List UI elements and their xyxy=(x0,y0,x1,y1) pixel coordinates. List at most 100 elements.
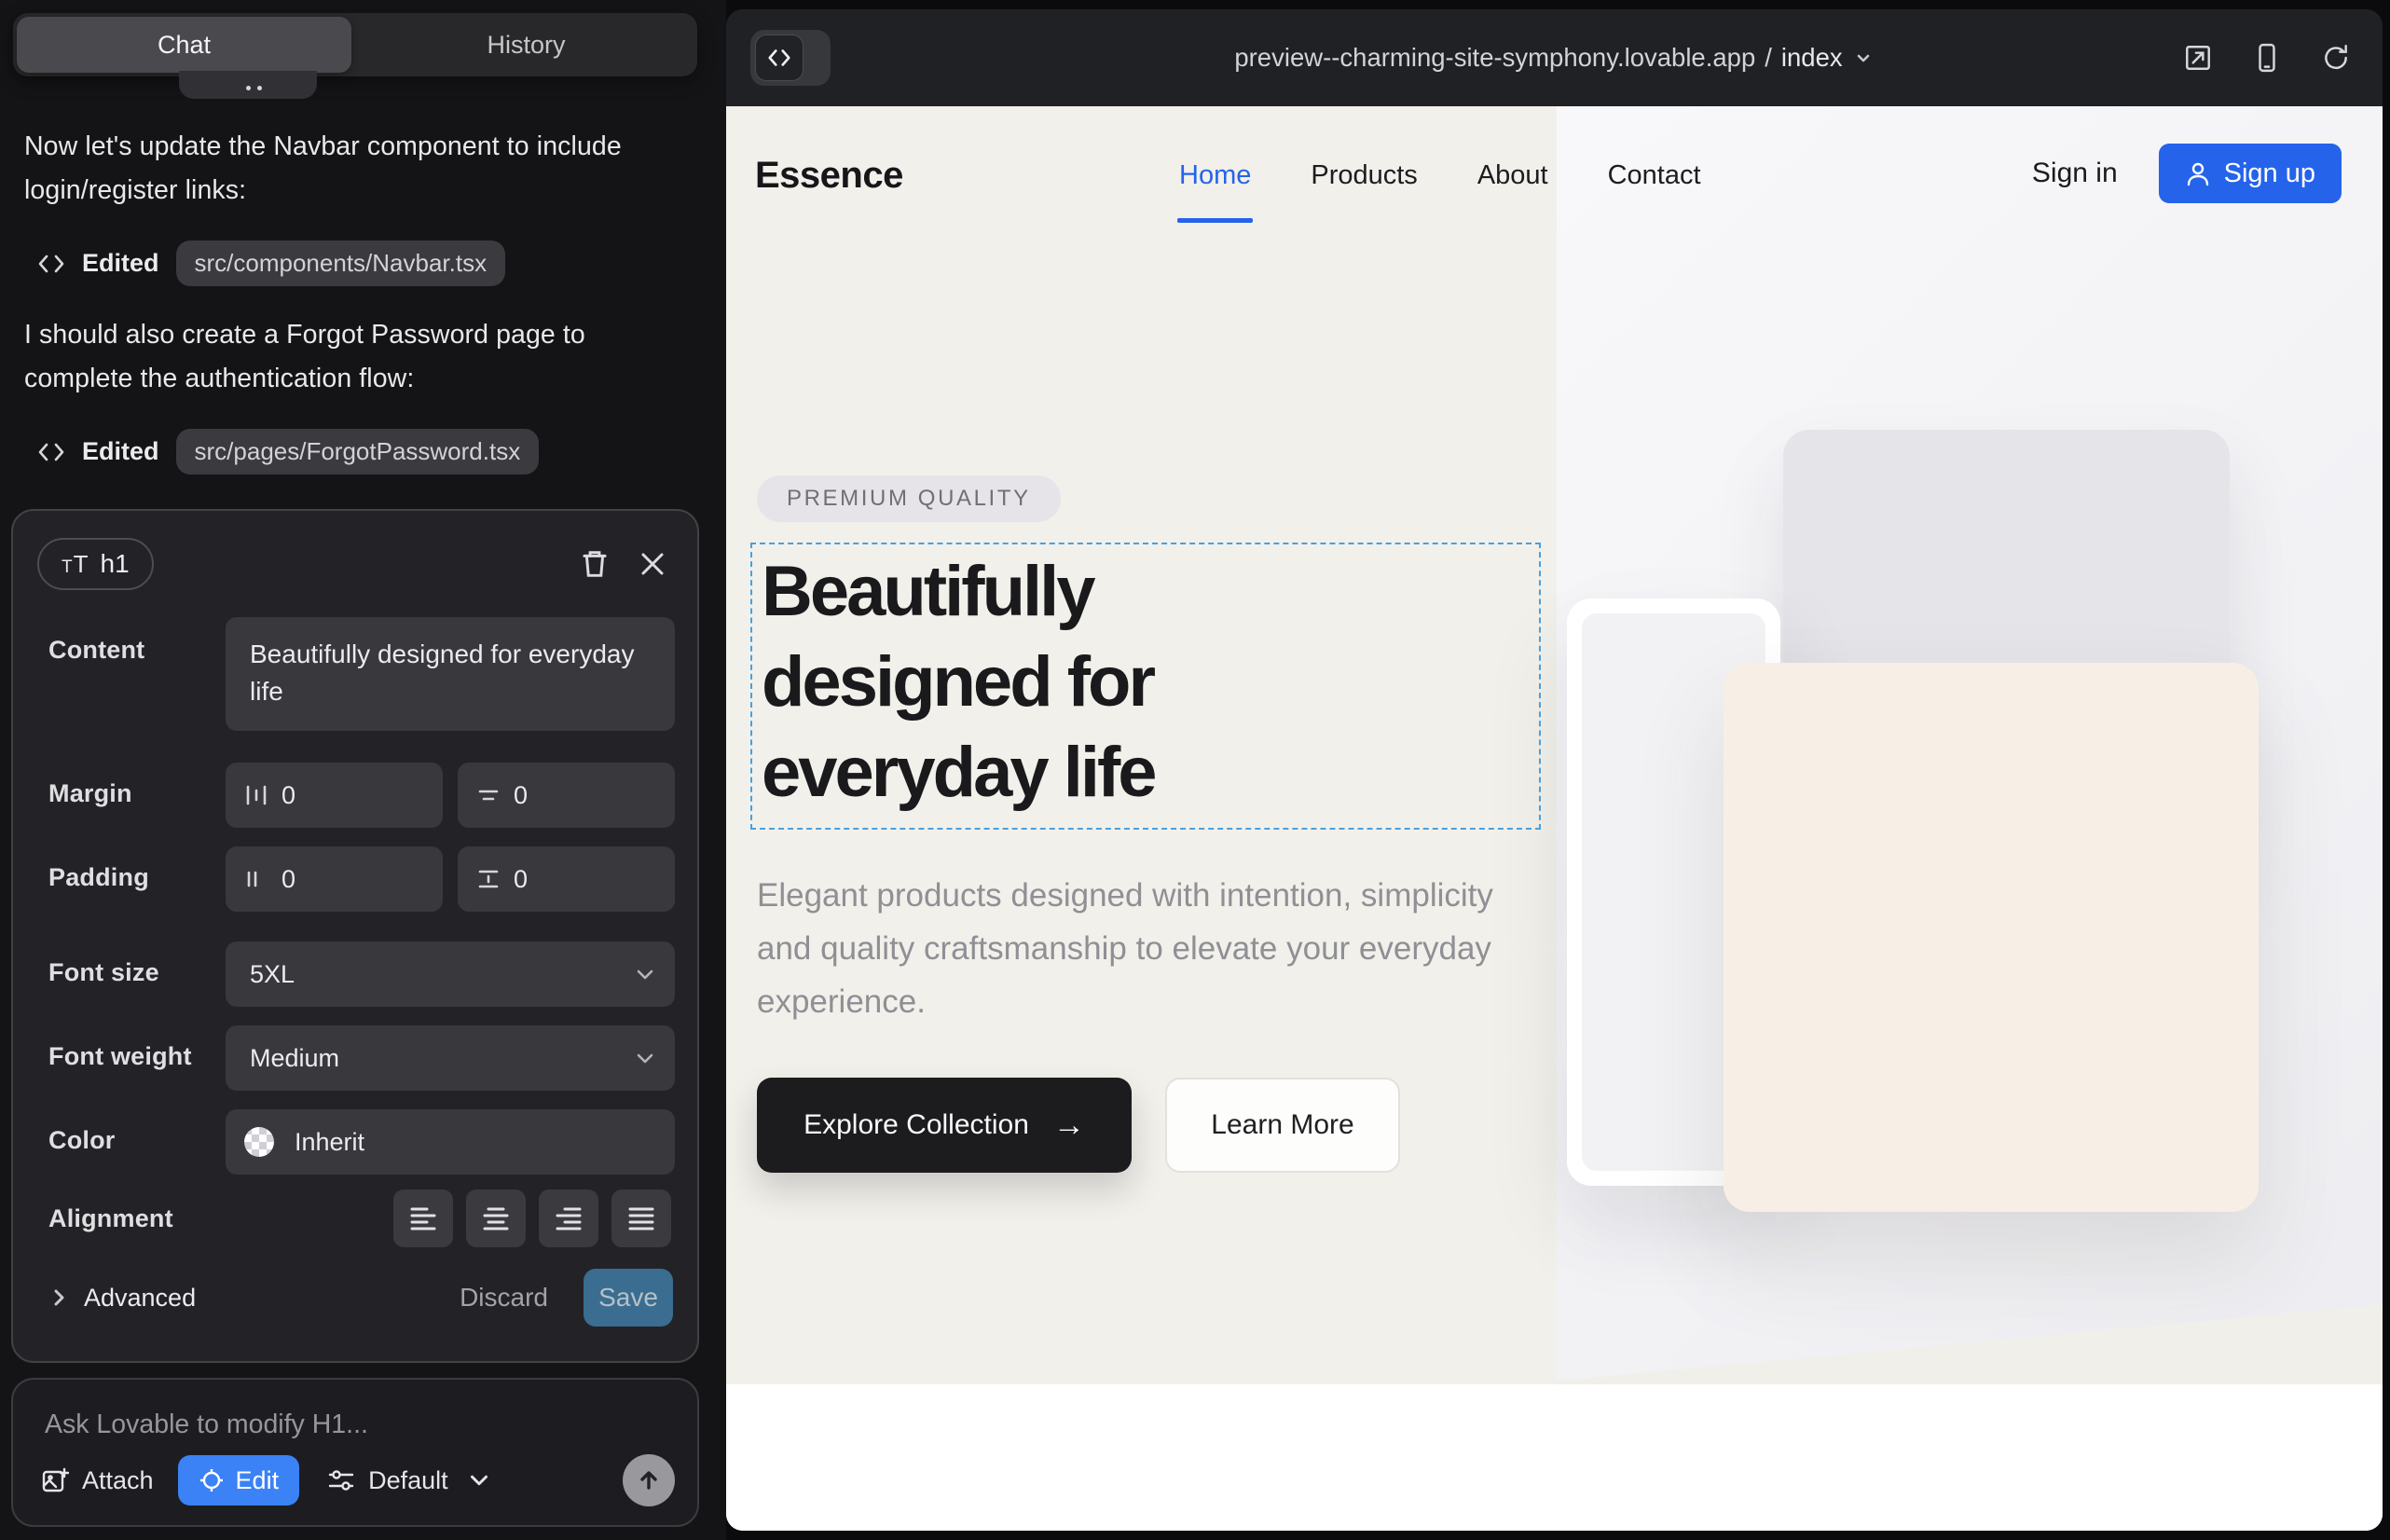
edit-mode-button[interactable]: Edit xyxy=(178,1455,300,1506)
align-left-icon xyxy=(409,1205,437,1231)
padding-vertical-icon xyxy=(476,867,501,891)
file-chip[interactable]: src/components/Navbar.tsx xyxy=(176,241,506,286)
advanced-toggle[interactable]: Advanced xyxy=(48,1284,196,1313)
color-select[interactable]: Inherit xyxy=(226,1109,675,1175)
assistant-message: I should also create a Forgot Password p… xyxy=(24,313,630,401)
content-input[interactable]: Beautifully designed for everyday life xyxy=(226,617,675,731)
arrow-up-icon xyxy=(637,1468,661,1492)
margin-vertical-icon xyxy=(476,783,501,807)
open-external-button[interactable] xyxy=(2177,37,2218,78)
arrow-right-icon: → xyxy=(1053,1107,1085,1144)
trash-icon xyxy=(581,549,609,579)
attach-button[interactable]: Attach xyxy=(41,1466,154,1495)
ellipsis-dots-icon xyxy=(246,86,251,90)
nav-link-home[interactable]: Home xyxy=(1179,160,1251,191)
padding-y-input[interactable]: 0 xyxy=(458,846,675,912)
explore-collection-button[interactable]: Explore Collection → xyxy=(757,1078,1132,1173)
prompt-input[interactable]: Ask Lovable to modify H1... xyxy=(45,1409,368,1440)
hero-heading[interactable]: Beautifully designed for everyday life xyxy=(762,546,1358,818)
padding-horizontal-icon xyxy=(244,867,268,891)
site-logo[interactable]: Essence xyxy=(755,155,903,197)
align-left-button[interactable] xyxy=(393,1189,453,1247)
file-chip[interactable]: src/pages/ForgotPassword.tsx xyxy=(176,429,540,474)
lovable-side-panel: Chat History Now let's update the Navbar… xyxy=(0,0,726,1540)
code-icon xyxy=(37,253,65,275)
user-icon xyxy=(2185,160,2211,186)
chevron-right-icon xyxy=(48,1287,69,1308)
smartphone-icon xyxy=(2252,43,2282,73)
close-editor-button[interactable] xyxy=(632,543,673,584)
route-name: index xyxy=(1781,43,1843,73)
color-label: Color xyxy=(48,1126,116,1155)
target-icon xyxy=(199,1467,225,1493)
close-icon xyxy=(639,549,666,579)
preview-window: preview--charming-site-symphony.lovable.… xyxy=(726,9,2383,1531)
align-right-icon xyxy=(555,1205,583,1231)
edited-label: Edited xyxy=(82,437,159,466)
sign-up-button[interactable]: Sign up xyxy=(2159,144,2342,203)
url-bar[interactable]: preview--charming-site-symphony.lovable.… xyxy=(726,9,2383,106)
padding-x-input[interactable]: 0 xyxy=(226,846,443,912)
decorative-card-cream xyxy=(1724,663,2259,1212)
collapsed-chip[interactable] xyxy=(179,71,317,99)
model-selector[interactable]: Default xyxy=(327,1466,493,1495)
align-center-icon xyxy=(482,1205,510,1231)
chevron-down-icon xyxy=(465,1466,493,1494)
element-editor-panel: TT h1 Content Beautifully designed for e… xyxy=(11,509,699,1363)
margin-x-input[interactable]: 0 xyxy=(226,763,443,828)
align-justify-icon xyxy=(627,1205,655,1231)
typography-icon: TT xyxy=(62,550,89,579)
align-justify-button[interactable] xyxy=(611,1189,671,1247)
edited-label: Edited xyxy=(82,249,159,278)
site-next-section xyxy=(726,1384,2383,1531)
align-center-button[interactable] xyxy=(466,1189,526,1247)
tab-chat[interactable]: Chat xyxy=(17,17,351,73)
element-selection-outline[interactable]: Beautifully designed for everyday life xyxy=(750,543,1541,830)
url-separator: / xyxy=(1765,43,1772,73)
discard-button[interactable]: Discard xyxy=(460,1283,548,1313)
nav-link-products[interactable]: Products xyxy=(1311,160,1417,191)
premium-quality-badge: PREMIUM QUALITY xyxy=(757,475,1061,522)
margin-horizontal-icon xyxy=(244,783,268,807)
code-icon xyxy=(37,441,65,463)
send-button[interactable] xyxy=(623,1454,675,1506)
prompt-composer: Ask Lovable to modify H1... Attach Edit … xyxy=(11,1378,699,1527)
align-right-button[interactable] xyxy=(539,1189,598,1247)
font-size-select[interactable]: 5XL xyxy=(226,942,675,1007)
transparent-swatch-icon xyxy=(244,1127,274,1157)
chevron-down-icon xyxy=(634,1047,656,1069)
margin-y-input[interactable]: 0 xyxy=(458,763,675,828)
nav-links: Home Products About Contact xyxy=(1179,160,1701,191)
padding-label: Padding xyxy=(48,863,149,892)
external-link-icon xyxy=(2183,43,2213,73)
font-size-label: Font size xyxy=(48,958,159,987)
edited-file-row[interactable]: Edited src/components/Navbar.tsx xyxy=(37,241,505,286)
site-navbar: Essence Home Products About Contact Sign… xyxy=(726,106,2383,274)
edited-file-row[interactable]: Edited src/pages/ForgotPassword.tsx xyxy=(37,429,539,474)
hero-section: Essence Home Products About Contact Sign… xyxy=(726,106,2383,1384)
nav-link-about[interactable]: About xyxy=(1477,160,1548,191)
selected-element-chip[interactable]: TT h1 xyxy=(37,538,154,590)
chevron-down-icon xyxy=(1852,47,1875,69)
margin-label: Margin xyxy=(48,779,132,808)
font-weight-select[interactable]: Medium xyxy=(226,1025,675,1091)
preview-toolbar: preview--charming-site-symphony.lovable.… xyxy=(726,9,2383,106)
tab-history[interactable]: History xyxy=(359,17,694,73)
preview-url: preview--charming-site-symphony.lovable.… xyxy=(1234,43,1755,73)
refresh-button[interactable] xyxy=(2315,37,2356,78)
save-button[interactable]: Save xyxy=(584,1269,673,1327)
refresh-icon xyxy=(2321,43,2351,73)
rendered-site: Essence Home Products About Contact Sign… xyxy=(726,106,2383,1531)
delete-element-button[interactable] xyxy=(574,543,615,584)
chat-history-tabbar: Chat History xyxy=(13,13,697,76)
sliders-icon xyxy=(327,1466,355,1494)
alignment-group xyxy=(393,1189,671,1247)
learn-more-button[interactable]: Learn More xyxy=(1165,1078,1400,1173)
content-label: Content xyxy=(48,636,144,665)
mobile-view-button[interactable] xyxy=(2246,37,2287,78)
sign-in-link[interactable]: Sign in xyxy=(2032,158,2118,189)
alignment-label: Alignment xyxy=(48,1204,173,1233)
nav-link-contact[interactable]: Contact xyxy=(1608,160,1701,191)
element-tag: h1 xyxy=(101,549,130,579)
attach-image-icon xyxy=(41,1466,69,1494)
